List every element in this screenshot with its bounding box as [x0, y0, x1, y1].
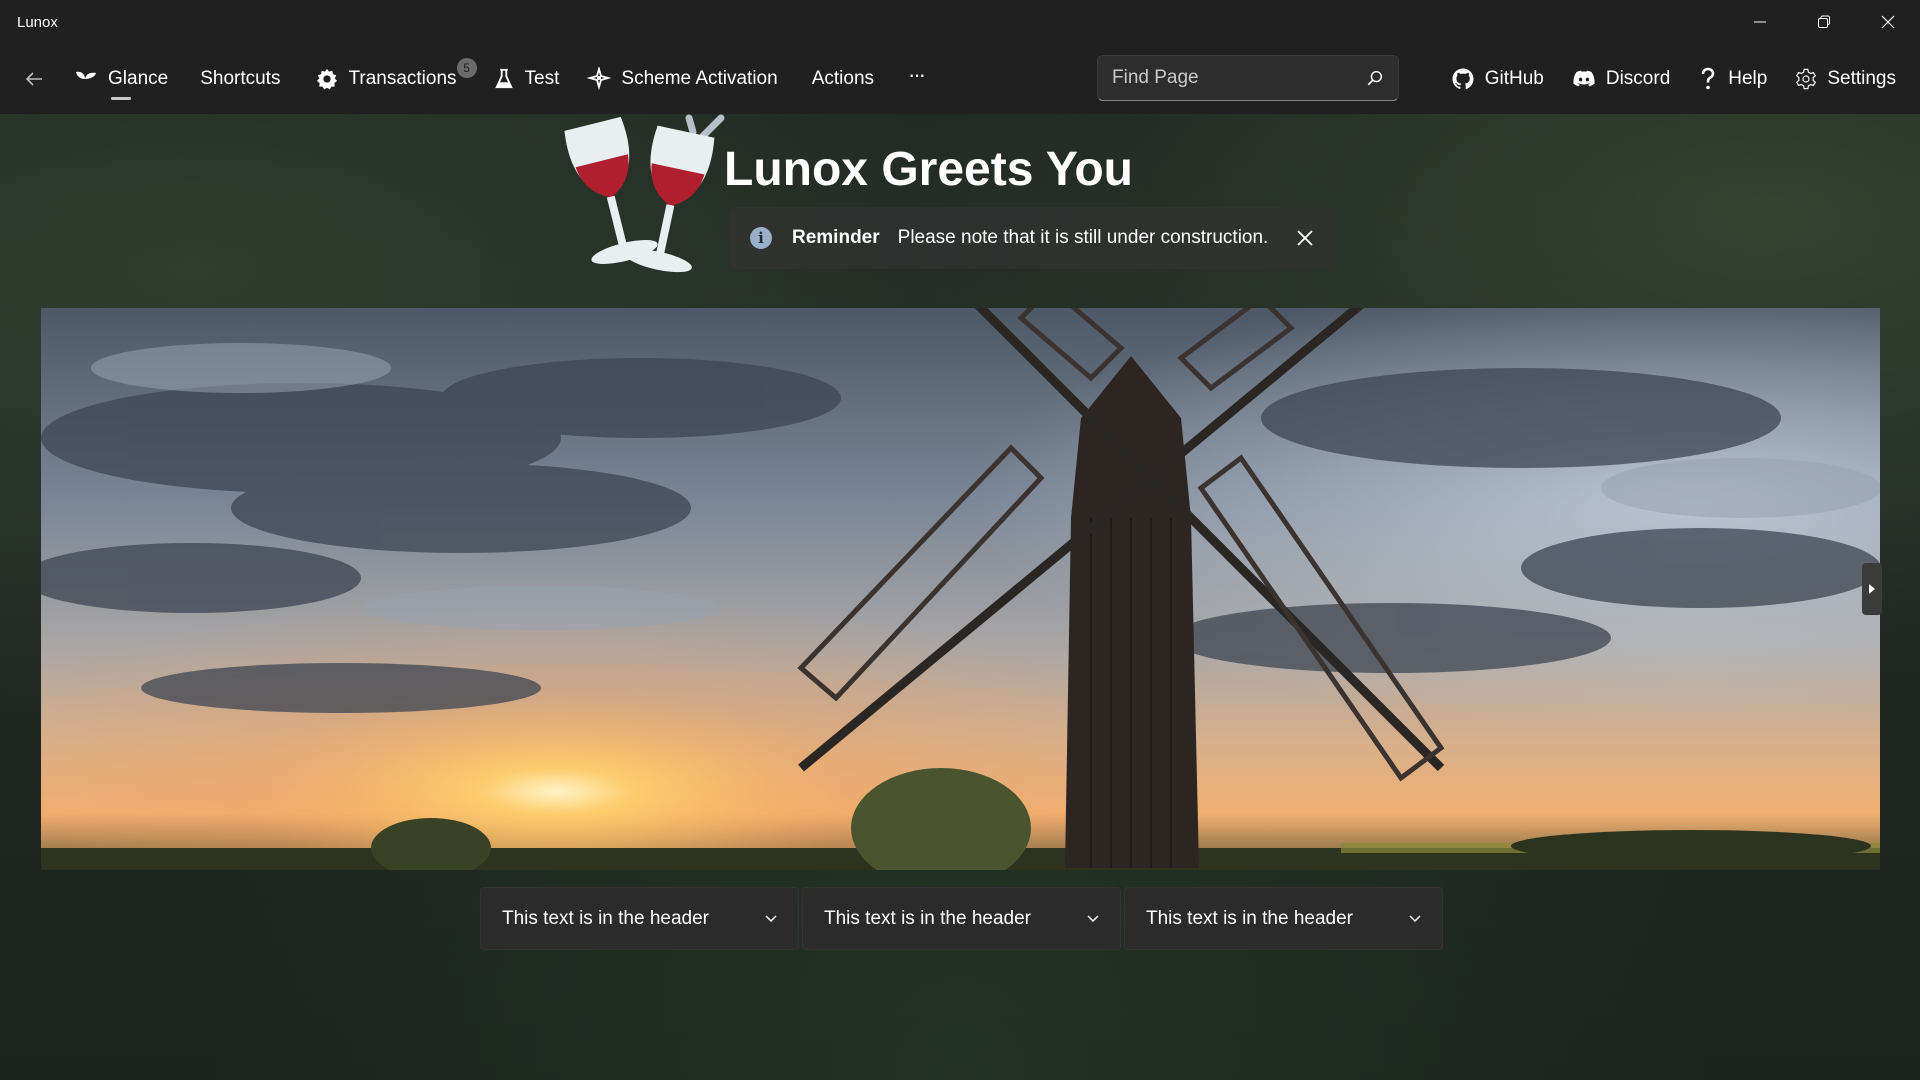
- github-label: GitHub: [1484, 68, 1544, 89]
- question-icon: [1701, 67, 1715, 90]
- nav-item-shortcuts[interactable]: Shortcuts: [188, 56, 292, 102]
- gear-icon: [317, 68, 338, 90]
- minimize-icon: [1754, 21, 1766, 23]
- restore-button[interactable]: [1792, 0, 1856, 44]
- infobar-close-button[interactable]: [1293, 226, 1317, 250]
- expander-header: This text is in the header: [824, 907, 1031, 929]
- expander-header: This text is in the header: [1146, 907, 1353, 929]
- nav-item-scheme-activation[interactable]: Scheme Activation: [575, 56, 789, 102]
- discord-label: Discord: [1605, 68, 1671, 89]
- github-link[interactable]: GitHub: [1437, 56, 1558, 102]
- minimize-button[interactable]: [1728, 0, 1792, 44]
- arrow-left-icon: [25, 72, 42, 86]
- discord-icon: [1573, 70, 1595, 87]
- nav-item-label: Scheme Activation: [621, 68, 778, 89]
- flipview-next-button[interactable]: [1862, 563, 1882, 615]
- back-button[interactable]: [14, 59, 54, 99]
- help-link[interactable]: Help: [1684, 56, 1781, 102]
- nav-item-label: Test: [524, 68, 560, 89]
- nav-item-label: Actions: [811, 68, 875, 89]
- close-window-button[interactable]: [1856, 0, 1920, 44]
- info-icon: i: [750, 227, 772, 249]
- nav-more-button[interactable]: ···: [896, 56, 936, 102]
- more-icon: ···: [908, 62, 926, 87]
- settings-link[interactable]: Settings: [1781, 56, 1910, 102]
- expander-2[interactable]: This text is in the header: [802, 887, 1121, 950]
- nav-item-glance[interactable]: Glance: [62, 56, 180, 102]
- caret-right-icon: [1869, 584, 1875, 594]
- reminder-infobar: i Reminder Please note that it is still …: [730, 207, 1335, 269]
- chevron-down-icon: [1409, 914, 1421, 922]
- navigation-bar: Glance Shortcuts Transactions 5 Test Sch…: [0, 44, 1920, 114]
- windmill-sunset-image: [41, 308, 1880, 870]
- infobar-message: Please note that it is still under const…: [897, 227, 1269, 248]
- nav-item-label: Shortcuts: [200, 68, 281, 89]
- expander-row: This text is in the header This text is …: [480, 887, 1443, 950]
- search-icon[interactable]: [1366, 69, 1384, 87]
- nav-item-label: Glance: [108, 68, 169, 89]
- expander-3[interactable]: This text is in the header: [1124, 887, 1443, 950]
- restore-icon: [1818, 15, 1830, 28]
- header-links: GitHub Discord Help Settings: [1437, 56, 1910, 102]
- discord-link[interactable]: Discord: [1558, 56, 1684, 102]
- window-title: Lunox: [17, 13, 58, 31]
- find-page-search-box[interactable]: [1097, 55, 1399, 101]
- nav-item-transactions[interactable]: Transactions 5: [304, 56, 477, 102]
- notification-badge: 5: [456, 58, 477, 78]
- flask-icon: [494, 68, 513, 89]
- close-icon: [1297, 230, 1313, 246]
- page-title: Lunox Greets You: [724, 143, 1133, 196]
- nav-item-label: Transactions: [348, 68, 457, 89]
- sparkle-icon: [587, 67, 612, 91]
- search-input[interactable]: [1112, 67, 1366, 89]
- nav-item-actions[interactable]: Actions: [800, 56, 886, 102]
- clinking-glasses-icon: [564, 114, 725, 273]
- window-controls: [1728, 0, 1920, 44]
- close-icon: [1881, 15, 1895, 29]
- nav-item-test[interactable]: Test: [481, 56, 572, 102]
- github-icon: [1452, 68, 1474, 90]
- image-flipview[interactable]: [41, 308, 1880, 870]
- chevron-down-icon: [1087, 914, 1099, 922]
- help-label: Help: [1728, 68, 1768, 89]
- settings-gear-icon: [1796, 68, 1817, 90]
- title-bar: Lunox: [0, 0, 1920, 44]
- expander-header: This text is in the header: [502, 907, 709, 929]
- expander-1[interactable]: This text is in the header: [480, 887, 799, 950]
- infobar-title: Reminder: [792, 227, 880, 248]
- settings-label: Settings: [1827, 68, 1896, 89]
- plant-icon: [76, 71, 96, 89]
- chevron-down-icon: [765, 914, 777, 922]
